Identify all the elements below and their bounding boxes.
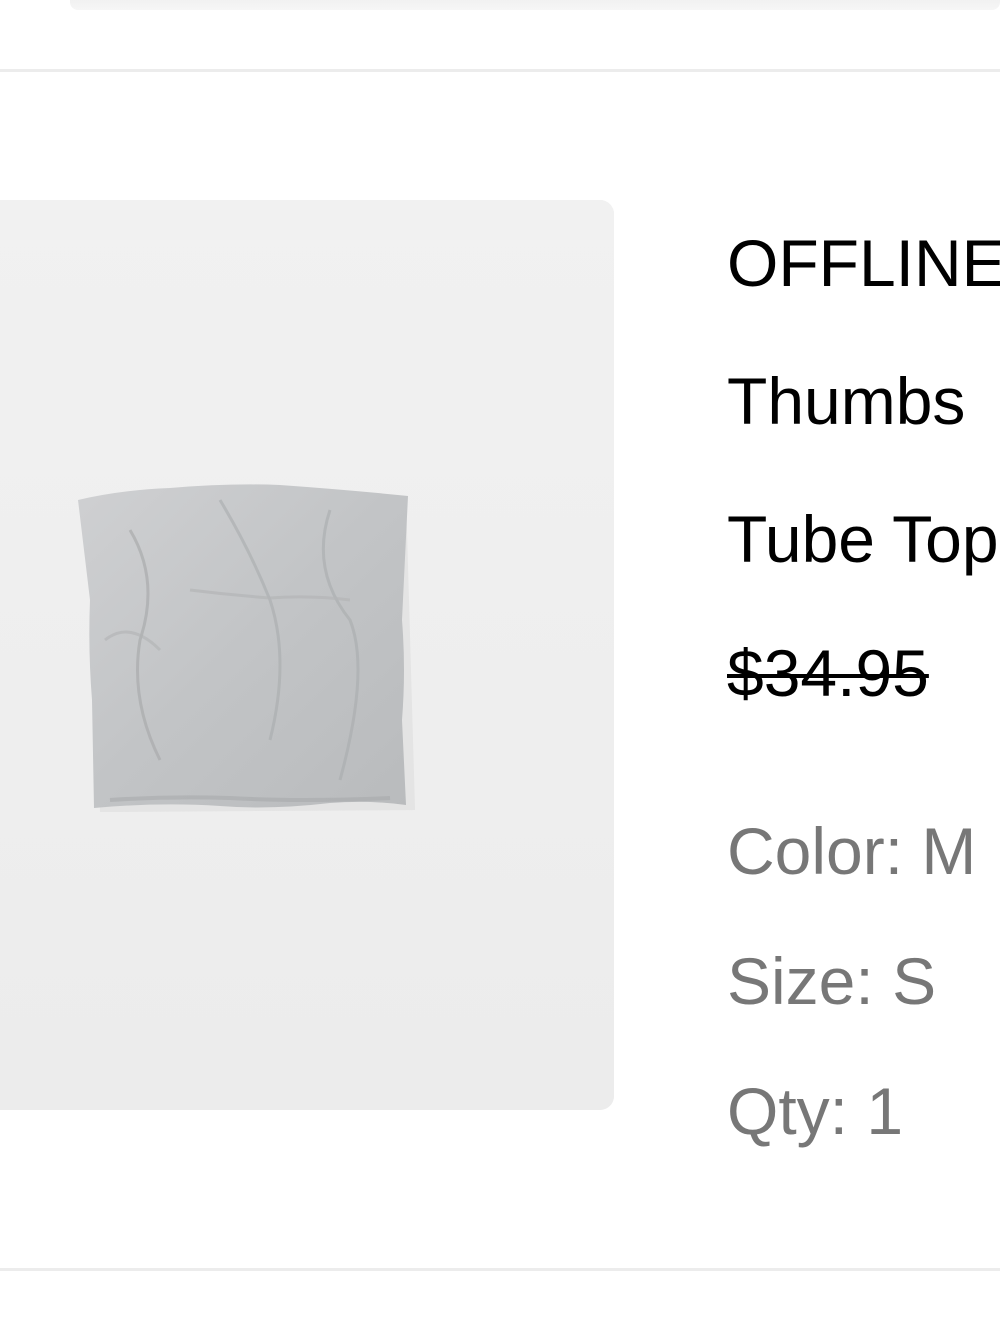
tube-top-illustration: [0, 200, 614, 1110]
garment-shape: [78, 484, 408, 808]
product-title-line-2[interactable]: Thumbs: [727, 366, 1000, 436]
quantity-label: Qty: 1: [727, 1074, 904, 1148]
product-title-line-1[interactable]: OFFLINE: [727, 228, 1000, 298]
previous-item-edge: [70, 0, 1000, 10]
product-image[interactable]: [0, 200, 614, 1110]
original-price: $34.95: [727, 636, 929, 710]
size-label: Size: S: [727, 944, 937, 1018]
product-title-line-3[interactable]: Tube Top: [727, 504, 1000, 574]
divider-top: [0, 69, 1000, 72]
order-item-screen: OFFLINE Thumbs Tube Top $34.95 Color: M …: [0, 0, 1000, 1330]
color-label: Color: M: [727, 814, 977, 888]
product-details: OFFLINE Thumbs Tube Top $34.95 Color: M …: [727, 228, 1000, 1146]
divider-bottom: [0, 1268, 1000, 1271]
